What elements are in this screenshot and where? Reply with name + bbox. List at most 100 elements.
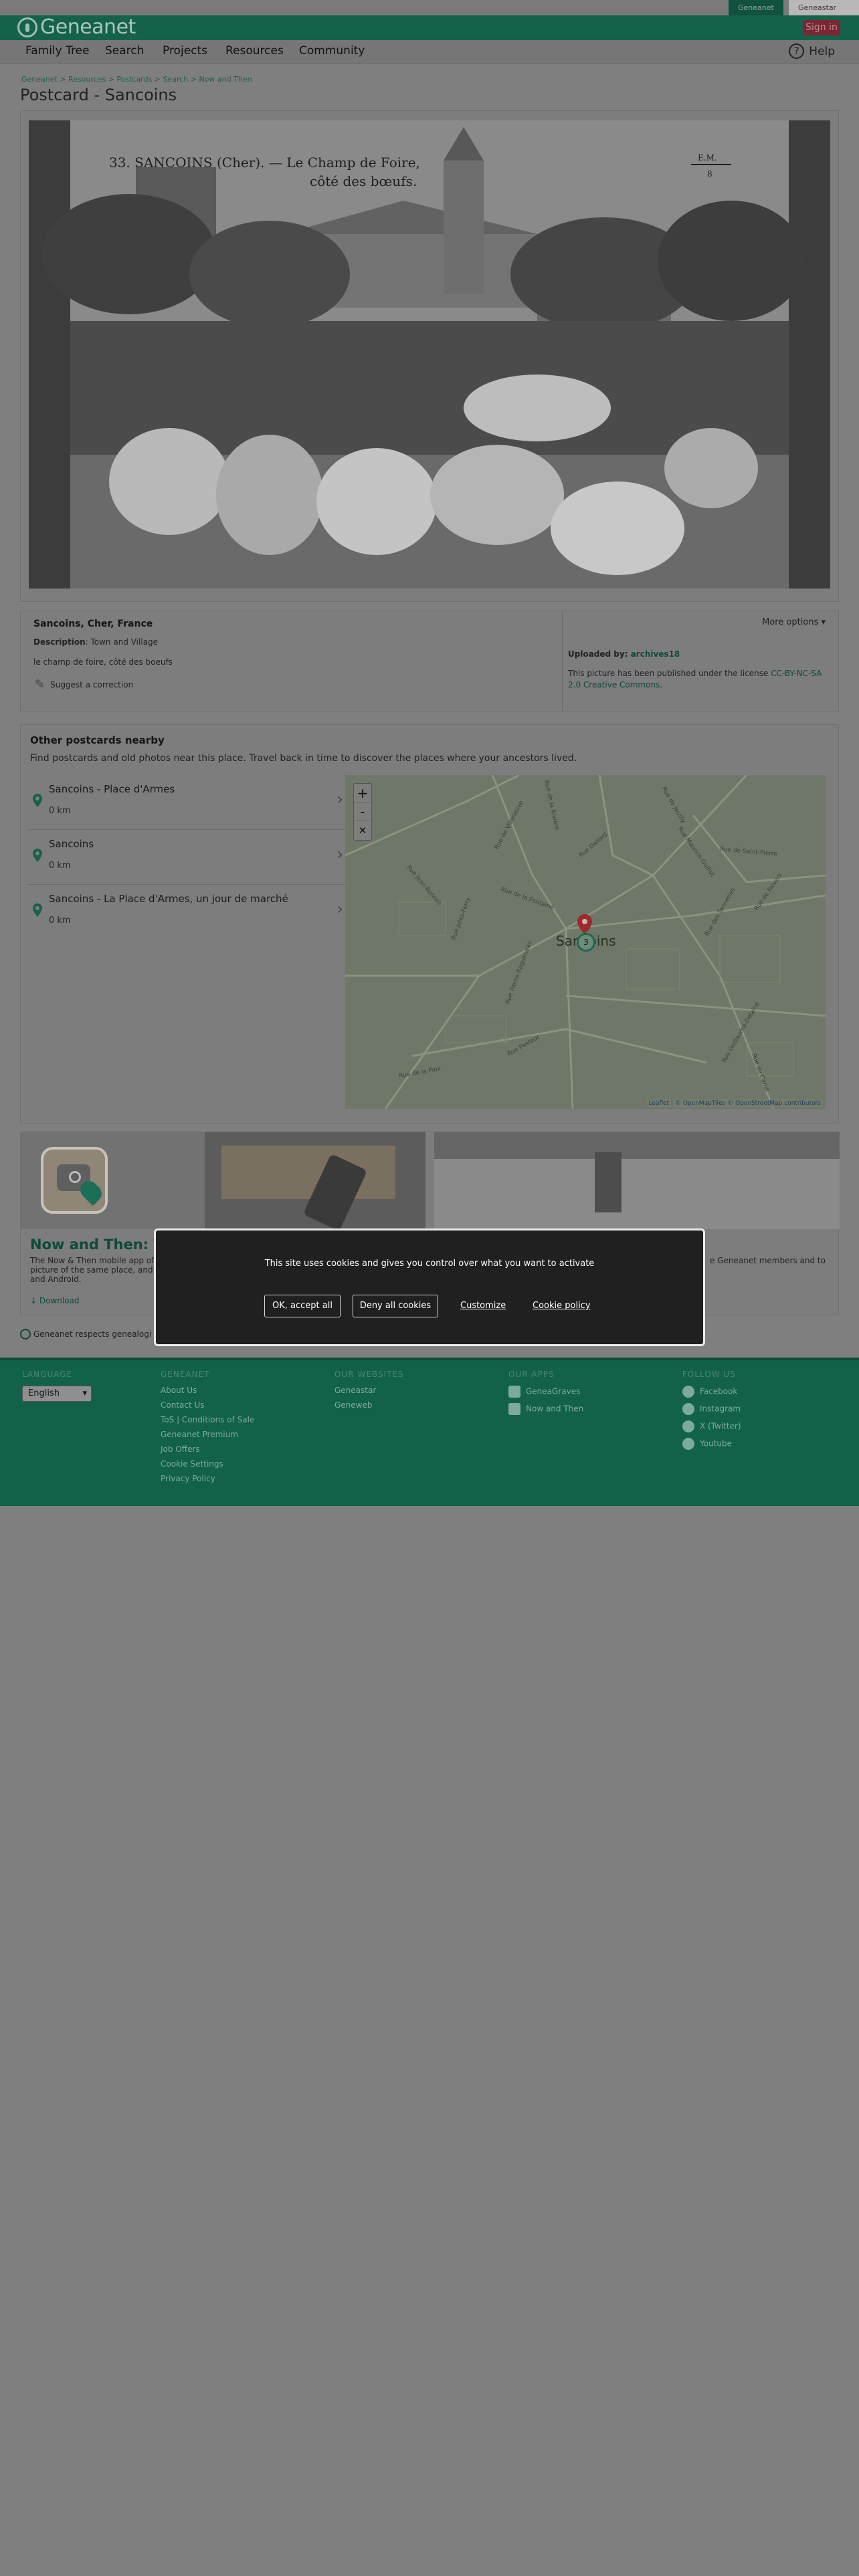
signin-button[interactable]: Sign in xyxy=(803,20,840,35)
cookie-policy-link[interactable]: Cookie policy xyxy=(533,1301,591,1311)
footer-app-link[interactable]: Now and Then xyxy=(508,1403,583,1415)
leaflet-link[interactable]: Leaflet xyxy=(649,1100,670,1107)
nearby-item[interactable]: Sancoins 0 km › xyxy=(29,830,347,885)
map-attribution: Leaflet | © OpenMapTiles © OpenStreetMap… xyxy=(646,1099,823,1107)
postcard-description: Description: Town and Village xyxy=(33,637,158,647)
postcard-meta: More options ▾ Uploaded by: archives18 T… xyxy=(562,611,839,712)
nav-search[interactable]: Search xyxy=(105,44,144,58)
nearby-item[interactable]: Sancoins - La Place d'Armes, un jour de … xyxy=(29,885,347,940)
nav-resources[interactable]: Resources xyxy=(225,44,284,58)
nearby-map[interactable]: Rue de Villeneuve Rue de la Rivière Rue … xyxy=(345,775,826,1109)
geneanet-logo[interactable]: Geneanet xyxy=(17,17,136,37)
customize-cookies-link[interactable]: Customize xyxy=(460,1301,506,1311)
postcard-illustration: 33. SANCOINS (Cher). — Le Champ de Foire… xyxy=(42,120,805,588)
caret-down-icon: ▾ xyxy=(821,617,826,627)
more-options-button[interactable]: More options ▾ xyxy=(762,617,826,627)
nearby-item-title: Sancoins - La Place d'Armes, un jour de … xyxy=(49,893,288,905)
postcard-mark-2: 8 xyxy=(707,169,712,179)
zoom-in-button[interactable]: + xyxy=(354,784,371,802)
geneanet-badge-icon xyxy=(20,1329,31,1339)
fullscreen-icon[interactable]: ✕ xyxy=(354,821,371,840)
logo-text: Geneanet xyxy=(40,15,136,39)
map-zoom-controls: + - ✕ xyxy=(353,783,372,841)
footer-link[interactable]: Geneweb xyxy=(335,1400,404,1410)
footer-social-link[interactable]: Youtube xyxy=(682,1438,741,1450)
uploaded-by-label: Uploaded by xyxy=(568,649,625,659)
nearby-item-distance: 0 km xyxy=(49,861,71,871)
top-site-switcher: Geneanet Geneastar xyxy=(0,0,859,15)
download-icon: ↓ xyxy=(30,1296,37,1305)
map-cluster-badge[interactable]: 3 xyxy=(577,933,595,952)
postcard-info: Sancoins, Cher, France Description: Town… xyxy=(20,611,562,712)
nearby-item[interactable]: Sancoins - Place d'Armes 0 km › xyxy=(29,775,347,830)
nav-projects[interactable]: Projects xyxy=(163,44,207,58)
footer-social-link[interactable]: Facebook xyxy=(682,1386,741,1398)
cookie-consent-dialog: This site uses cookies and gives you con… xyxy=(154,1228,705,1346)
site-footer: LANGUAGE English ▾ GENEANET About Us Con… xyxy=(0,1358,859,1506)
deny-all-cookies-button[interactable]: Deny all cookies xyxy=(353,1295,438,1317)
app-icon xyxy=(41,1147,108,1214)
tab-geneanet[interactable]: Geneanet xyxy=(729,0,783,15)
footer-link[interactable]: Geneastar xyxy=(335,1386,404,1395)
nearby-item-distance: 0 km xyxy=(49,806,71,816)
map-marker-icon[interactable] xyxy=(577,914,592,934)
promo-image-right xyxy=(434,1132,840,1229)
x-twitter-icon xyxy=(682,1420,694,1432)
footer-websites: OUR WEBSITES Geneastar Geneweb xyxy=(335,1370,404,1410)
nearby-intro: Find postcards and old photos near this … xyxy=(30,753,577,764)
map-pin-icon xyxy=(33,794,42,807)
footer-social-link[interactable]: X (Twitter) xyxy=(682,1420,741,1432)
promo-text-2: picture of the same place, and xyxy=(30,1265,153,1275)
map-pin-icon xyxy=(33,849,42,862)
footer-app-link[interactable]: GeneaGraves xyxy=(508,1386,583,1398)
chevron-right-icon: › xyxy=(337,790,343,809)
nearby-item-title: Sancoins - Place d'Armes xyxy=(49,783,175,795)
nearby-title: Other postcards nearby xyxy=(30,734,165,746)
youtube-icon xyxy=(682,1438,694,1450)
footer-social-link[interactable]: Instagram xyxy=(682,1403,741,1415)
tree-logo-icon xyxy=(17,17,37,37)
download-link[interactable]: ↓ Download xyxy=(30,1296,80,1305)
page-title: Postcard - Sancoins xyxy=(20,86,177,104)
breadcrumb[interactable]: Geneanet > Resources > Postcards > Searc… xyxy=(21,75,252,84)
language-select[interactable]: English ▾ xyxy=(22,1386,92,1402)
main-nav: Family Tree Search Projects Resources Co… xyxy=(0,40,859,64)
accept-all-cookies-button[interactable]: OK, accept all xyxy=(264,1295,341,1317)
promo-text-right: e Geneanet members and to xyxy=(710,1256,826,1265)
suggest-correction-link[interactable]: ✎ Suggest a correction xyxy=(35,677,133,691)
promo-text: The Now & Then mobile app of xyxy=(30,1256,155,1265)
description-label: Description xyxy=(33,637,86,647)
nav-family-tree[interactable]: Family Tree xyxy=(25,44,90,58)
footer-follow: FOLLOW US Facebook Instagram X (Twitter)… xyxy=(682,1370,741,1455)
nearby-item-title: Sancoins xyxy=(49,838,94,850)
uploaded-by: Uploaded by: archives18 xyxy=(568,649,680,659)
postcard-subtitle: le champ de foire, côté des boeufs xyxy=(33,657,173,667)
footer-link[interactable]: ToS | Conditions of Sale xyxy=(161,1415,254,1424)
more-options-label: More options xyxy=(762,617,819,627)
postcard-image[interactable]: 33. SANCOINS (Cher). — Le Champ de Foire… xyxy=(29,120,830,588)
zoom-out-button[interactable]: - xyxy=(354,802,371,821)
suggest-correction-label: Suggest a correction xyxy=(50,679,134,689)
chevron-down-icon: ▾ xyxy=(82,1388,87,1398)
tab-geneastar[interactable]: Geneastar xyxy=(789,0,859,15)
postcard-mark: E.M. xyxy=(698,153,717,163)
uploader-link[interactable]: archives18 xyxy=(631,649,680,659)
chevron-right-icon: › xyxy=(337,899,343,918)
nav-community[interactable]: Community xyxy=(299,44,365,58)
geneagraves-icon xyxy=(508,1386,520,1398)
footer-link[interactable]: Geneanet Premium xyxy=(161,1430,254,1439)
map-pin-icon xyxy=(33,903,42,917)
footer-link[interactable]: Contact Us xyxy=(161,1400,254,1410)
footer-apps: OUR APPS GeneaGraves Now and Then xyxy=(508,1370,583,1420)
promo-image-left xyxy=(21,1132,425,1231)
help-link[interactable]: ? Help xyxy=(789,43,835,59)
description-value: : Town and Village xyxy=(85,637,159,647)
footer-link[interactable]: Privacy Policy xyxy=(161,1474,254,1483)
help-icon: ? xyxy=(789,43,805,59)
footer-link[interactable]: Job Offers xyxy=(161,1444,254,1454)
now-and-then-icon xyxy=(508,1403,520,1415)
site-header: Geneanet Sign in xyxy=(0,15,859,40)
instagram-icon xyxy=(682,1403,694,1415)
footer-link[interactable]: Cookie Settings xyxy=(161,1459,254,1469)
footer-link[interactable]: About Us xyxy=(161,1386,254,1395)
